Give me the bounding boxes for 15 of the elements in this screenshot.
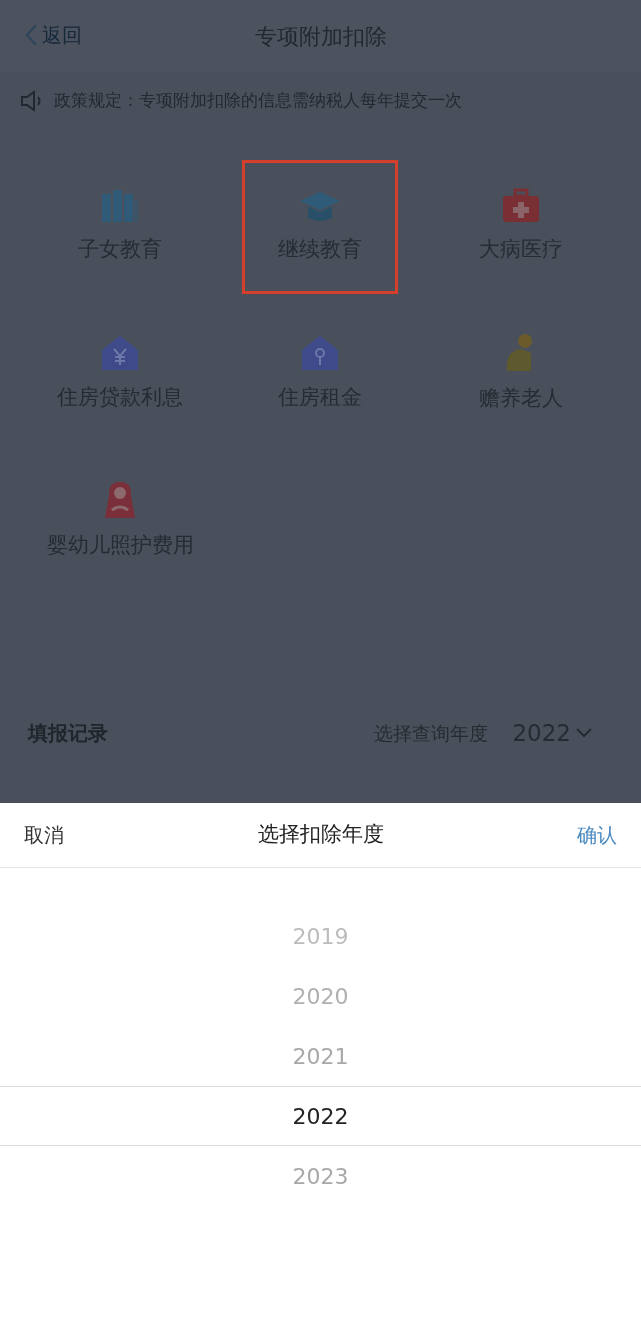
books-icon bbox=[100, 188, 141, 225]
medical-kit-icon bbox=[500, 188, 541, 225]
year-option[interactable]: 2021 bbox=[0, 1026, 641, 1086]
year-option[interactable]: 2023 bbox=[0, 1146, 641, 1206]
year-option[interactable]: 2019 bbox=[0, 906, 641, 966]
chevron-down-icon bbox=[575, 727, 593, 739]
year-option[interactable]: 2020 bbox=[0, 966, 641, 1026]
house-yen-icon bbox=[100, 334, 141, 373]
year-option[interactable]: 2022 bbox=[0, 1086, 641, 1146]
chevron-left-icon bbox=[24, 23, 38, 47]
confirm-button[interactable]: 确认 bbox=[577, 820, 617, 850]
back-button[interactable]: 返回 bbox=[24, 20, 82, 50]
cancel-button[interactable]: 取消 bbox=[24, 820, 64, 850]
house-key-icon bbox=[300, 334, 341, 373]
sheet-title: 选择扣除年度 bbox=[257, 821, 384, 849]
